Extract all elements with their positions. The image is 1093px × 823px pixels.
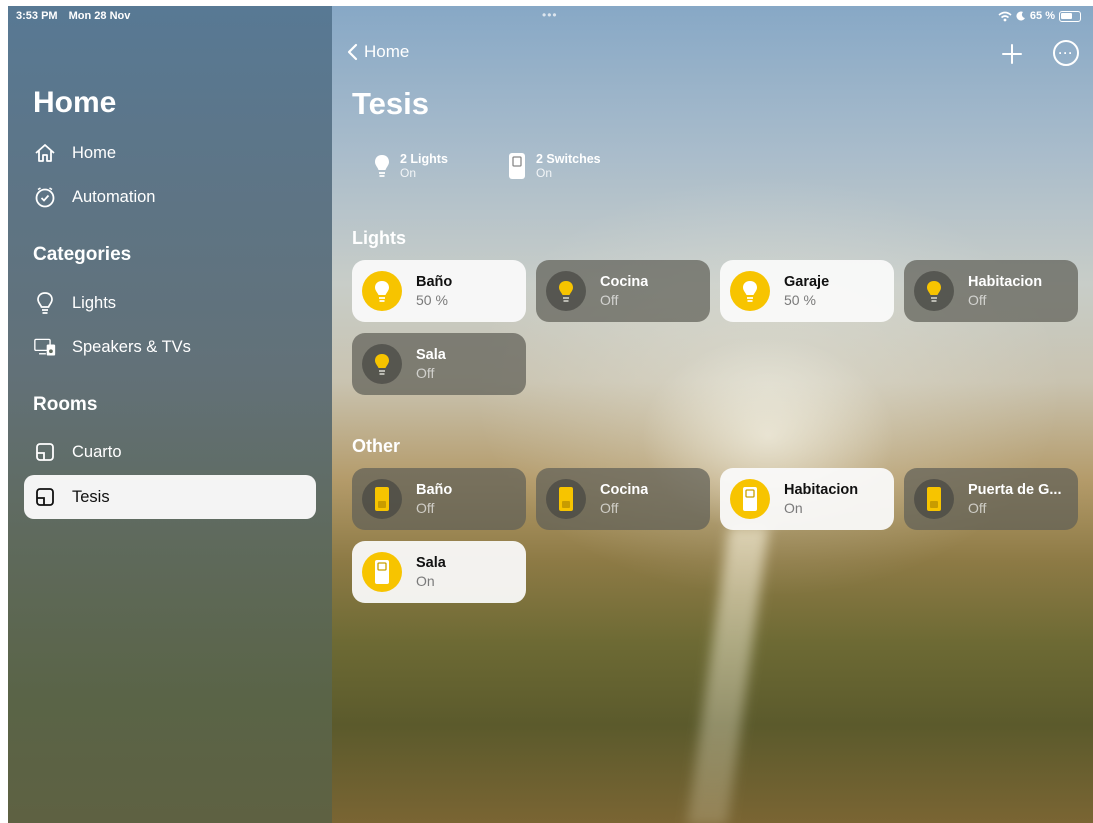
other-section-heading: Other <box>352 436 401 456</box>
tile-state: 50 % <box>784 292 816 308</box>
tile-name: Sala <box>416 555 446 571</box>
page-title: Tesis <box>352 86 429 121</box>
switch-tile-sala[interactable]: Sala On <box>352 541 526 603</box>
switch-tile-bano[interactable]: Baño Off <box>352 468 526 530</box>
back-button[interactable]: Home <box>346 42 409 62</box>
sidebar-item-label: Automation <box>72 187 156 206</box>
sidebar: 3:53 PM Mon 28 Nov Home Home Automation … <box>8 6 332 823</box>
speakers-tv-icon <box>34 336 56 358</box>
sidebar-item-label: Home <box>72 143 117 162</box>
switch-icon <box>509 153 525 179</box>
tile-name: Cocina <box>600 274 649 290</box>
status-date: Mon 28 Nov <box>68 10 131 22</box>
status-time: 3:53 PM <box>16 10 58 22</box>
rooms-heading: Rooms <box>33 394 98 415</box>
lightbulb-icon <box>546 271 586 311</box>
lightbulb-icon <box>362 344 402 384</box>
more-button[interactable]: ··· <box>1053 40 1079 66</box>
sidebar-item-lights[interactable]: Lights <box>24 281 316 325</box>
summary-lights[interactable]: 2 Lights On <box>374 152 448 180</box>
battery-percent: 65 % <box>1029 10 1055 22</box>
switch-icon <box>730 479 770 519</box>
room-icon <box>34 486 56 508</box>
tile-state: Off <box>968 500 987 516</box>
summary-title: 2 Switches <box>536 152 601 166</box>
back-label: Home <box>364 42 410 61</box>
tile-state: Off <box>600 500 619 516</box>
tile-state: 50 % <box>416 292 448 308</box>
tile-name: Puerta de G... <box>968 482 1062 498</box>
sidebar-item-label: Speakers & TVs <box>72 337 191 356</box>
sun-beam <box>686 526 770 823</box>
moon-icon <box>1016 11 1025 21</box>
summary-status: On <box>536 166 553 180</box>
light-tile-cocina[interactable]: Cocina Off <box>536 260 710 322</box>
tile-name: Baño <box>416 274 453 290</box>
tile-state: Off <box>968 292 987 308</box>
tile-state: Off <box>600 292 619 308</box>
tile-name: Baño <box>416 482 453 498</box>
summary-switches[interactable]: 2 Switches On <box>508 152 601 180</box>
switch-icon <box>362 552 402 592</box>
wifi-icon <box>998 11 1012 21</box>
switch-icon <box>362 479 402 519</box>
tile-name: Habitacion <box>968 274 1043 290</box>
switch-tile-cocina[interactable]: Cocina Off <box>536 468 710 530</box>
lightbulb-icon <box>730 271 770 311</box>
tile-name: Garaje <box>784 274 830 290</box>
sidebar-item-label: Lights <box>72 293 117 312</box>
plus-icon <box>1002 44 1022 64</box>
lightbulb-icon <box>34 292 56 314</box>
lightbulb-icon <box>362 271 402 311</box>
app-window: 3:53 PM Mon 28 Nov Home Home Automation … <box>8 6 1093 823</box>
summary-status: On <box>400 166 417 180</box>
tile-name: Cocina <box>600 482 649 498</box>
tile-name: Habitacion <box>784 482 859 498</box>
sidebar-title: Home <box>33 86 117 119</box>
lightbulb-icon <box>914 271 954 311</box>
chevron-left-icon <box>347 43 358 61</box>
lights-section-heading: Lights <box>352 228 406 248</box>
battery-icon <box>1059 10 1081 22</box>
light-tile-garaje[interactable]: Garaje 50 % <box>720 260 894 322</box>
tile-name: Sala <box>416 347 446 363</box>
summary-title: 2 Lights <box>400 152 448 166</box>
switch-icon <box>546 479 586 519</box>
tile-state: On <box>416 573 435 589</box>
room-icon <box>34 441 56 463</box>
status-bar-right: 65 % <box>998 10 1081 22</box>
sidebar-item-label: Cuarto <box>72 442 122 461</box>
sidebar-item-cuarto[interactable]: Cuarto <box>24 430 316 474</box>
sidebar-item-automation[interactable]: Automation <box>24 175 316 219</box>
tile-state: On <box>784 500 803 516</box>
switch-tile-puerta[interactable]: Puerta de G... Off <box>904 468 1078 530</box>
sidebar-item-home[interactable]: Home <box>24 131 316 175</box>
sidebar-item-tesis[interactable]: Tesis <box>24 475 316 519</box>
light-tile-sala[interactable]: Sala Off <box>352 333 526 395</box>
multitask-dots[interactable]: ••• <box>542 8 558 22</box>
clock-icon <box>34 186 56 208</box>
ellipsis-icon: ··· <box>1058 46 1074 60</box>
add-button[interactable] <box>998 40 1026 68</box>
house-icon <box>34 142 56 164</box>
light-tile-bano[interactable]: Baño 50 % <box>352 260 526 322</box>
sidebar-item-label: Tesis <box>72 487 110 506</box>
light-tile-habitacion[interactable]: Habitacion Off <box>904 260 1078 322</box>
status-bar-left: 3:53 PM Mon 28 Nov <box>16 10 138 22</box>
switch-icon <box>914 479 954 519</box>
lightbulb-icon <box>375 155 389 177</box>
sidebar-item-speakers-tvs[interactable]: Speakers & TVs <box>24 325 316 369</box>
categories-heading: Categories <box>33 244 132 265</box>
tile-state: Off <box>416 500 435 516</box>
switch-tile-habitacion[interactable]: Habitacion On <box>720 468 894 530</box>
tile-state: Off <box>416 365 435 381</box>
